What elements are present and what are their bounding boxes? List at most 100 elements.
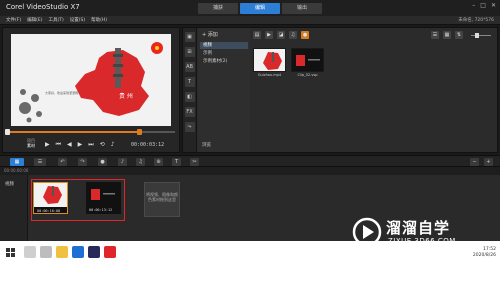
system-clock[interactable]: 17:52 2020/8/26 (473, 247, 496, 259)
zoom-out-icon[interactable]: − (470, 158, 479, 166)
graphic-icon[interactable]: ◧ (184, 92, 195, 102)
videostudio-taskbar-icon[interactable] (104, 246, 116, 258)
storyboard-view-icon[interactable]: ▦ (10, 158, 24, 166)
minimize-button[interactable]: – (472, 2, 475, 9)
thumb-zoom-knob[interactable] (475, 33, 479, 38)
repeat-icon[interactable]: ⟲ (100, 141, 105, 149)
add-folder-button[interactable]: + 添加 (202, 31, 218, 38)
list-view-icon[interactable]: ☰ (431, 31, 439, 39)
library-category-bar: ▣ ⊞ AB T ◧ FX ⤳ (183, 28, 197, 152)
motion-tracking-icon[interactable]: ⊕ (154, 158, 163, 166)
online-icon[interactable]: ● (301, 31, 309, 39)
clock-date: 2020/8/26 (472, 253, 496, 258)
storyboard-clip-2[interactable]: 00:00:13:12 (86, 182, 121, 214)
redo-icon[interactable]: ↷ (78, 158, 87, 166)
tree-item-sample-media[interactable]: 示例素材(2) (200, 58, 248, 65)
close-button[interactable]: ✕ (491, 2, 496, 9)
task-view-icon[interactable] (40, 246, 52, 258)
premiere-icon[interactable] (88, 246, 100, 258)
library-panel: ▣ ⊞ AB T ◧ FX ⤳ + 添加 视频 示例 示例素材(2) 浏览 ▤ … (182, 27, 498, 153)
auto-music-icon[interactable]: ♫ (136, 158, 145, 166)
mode-clip[interactable]: 素材 (27, 143, 35, 148)
library-thumb-1[interactable] (253, 48, 286, 72)
menu-bar: 文件(F) 编辑(E) 工具(T) 设置(S) 帮助(H) 未命名, 720*5… (0, 16, 500, 25)
window-controls: – □ ✕ (472, 2, 496, 9)
filter-icon[interactable]: FX (184, 107, 195, 117)
volume-icon[interactable]: ♪ (111, 141, 115, 149)
app-title: Corel VideoStudio X7 (6, 3, 80, 11)
title-bar: Corel VideoStudio X7 捕获 编辑 输出 – □ ✕ (0, 0, 500, 16)
show-video-icon[interactable]: ▶ (265, 31, 273, 39)
track-header: 视频 (0, 175, 28, 241)
next-frame-icon[interactable]: ▶ (78, 141, 83, 149)
search-icon[interactable] (24, 246, 36, 258)
file-explorer-icon[interactable] (56, 246, 68, 258)
scrubber-end-handle[interactable] (137, 129, 142, 135)
windows-start-icon[interactable] (6, 248, 15, 257)
thumb-view-icon[interactable]: ▦ (443, 31, 451, 39)
project-size: 未命名, 720*576 (458, 18, 494, 23)
zoom-in-icon[interactable]: + (484, 158, 493, 166)
menu-help[interactable]: 帮助(H) (91, 17, 107, 23)
sort-icon[interactable]: ⇅ (455, 31, 463, 39)
browse-button[interactable]: 浏览 (202, 142, 211, 148)
watermark-title: 溜溜自学 (386, 219, 451, 237)
timecode[interactable]: 00:00:03:12 (131, 142, 164, 148)
drop-target[interactable]: 将视频、图像和颜色素材拖到这里 (144, 182, 180, 217)
audio-mixer-icon[interactable]: ♪ (118, 158, 127, 166)
library-thumb-2[interactable] (291, 48, 324, 72)
tree-item-sample[interactable]: 示例 (200, 50, 248, 57)
play-icon[interactable]: ▶ (45, 141, 50, 149)
playback-controls: 项目 素材 ▶ ⏮ ◀ ▶ ⏭ ⟲ ♪ 00:00:03:12 (5, 138, 177, 152)
menu: 文件(F) 编辑(E) 工具(T) 设置(S) 帮助(H) (6, 17, 107, 23)
timeline-ruler[interactable]: 00:00:00:00 (0, 167, 500, 175)
transport-buttons: ▶ ⏮ ◀ ▶ ⏭ ⟲ ♪ (45, 141, 115, 149)
undo-icon[interactable]: ↶ (58, 158, 67, 166)
preview-image: 贵 州 大家好，欢迎来到溜溜网... (11, 34, 171, 126)
browser-icon[interactable] (72, 246, 84, 258)
timeline-view-icon[interactable]: ☰ (34, 158, 46, 166)
library-tree: + 添加 视频 示例 示例素材(2) 浏览 (198, 28, 250, 152)
scrubber-fill (5, 131, 138, 133)
ruler-timecode: 00:00:00:00 (4, 168, 29, 173)
clip-1-timecode: 00:00:16:08 (37, 209, 61, 213)
path-icon[interactable]: ⤳ (184, 122, 195, 132)
preview-caption: 大家好，欢迎来到溜溜网... (45, 90, 81, 95)
media-icon[interactable]: ▣ (184, 32, 195, 42)
tree-item-video[interactable]: 视频 (200, 42, 248, 49)
prev-frame-icon[interactable]: ◀ (67, 141, 72, 149)
playback-scrubber[interactable] (5, 129, 175, 135)
scrubber-start-handle[interactable] (5, 129, 10, 135)
show-photo-icon[interactable]: ◪ (277, 31, 285, 39)
menu-settings[interactable]: 设置(S) (70, 17, 85, 23)
home-icon[interactable]: ⏮ (56, 141, 61, 149)
timeline-toolbar: ▦ ☰ ↶ ↷ ● ♪ ♫ ⊕ T ✂ − + (0, 155, 500, 167)
record-icon[interactable]: ● (98, 158, 107, 166)
step-capture[interactable]: 捕获 (198, 3, 238, 14)
player-panel: 贵 州 大家好，欢迎来到溜溜网... 项目 素材 ▶ ⏮ ◀ ▶ ⏭ ⟲ ♪ 0… (2, 27, 180, 153)
instant-project-icon[interactable]: ⊞ (184, 47, 195, 57)
preview-city-text: 贵 州 (119, 92, 133, 100)
step-edit[interactable]: 编辑 (240, 3, 280, 14)
thumb-zoom-slider[interactable] (471, 35, 491, 36)
subtitle-icon[interactable]: T (172, 158, 181, 166)
menu-tools[interactable]: 工具(T) (48, 17, 63, 23)
library-toolbar: ▤ ▶ ◪ ♫ ● ☰ ▦ ⇅ (251, 31, 497, 41)
step-share[interactable]: 输出 (282, 3, 322, 14)
clip-2-timecode: 00:00:13:12 (89, 208, 113, 212)
preview-window: 贵 州 大家好，欢迎来到溜溜网... (11, 34, 171, 126)
title-icon[interactable]: T (184, 77, 195, 87)
multi-trim-icon[interactable]: ✂ (190, 158, 199, 166)
folder-icon[interactable]: ▤ (253, 31, 261, 39)
transition-icon[interactable]: AB (184, 62, 195, 72)
menu-edit[interactable]: 编辑(E) (27, 17, 42, 23)
workflow-steps: 捕获 编辑 输出 (198, 3, 322, 14)
os-taskbar: 17:52 2020/8/26 (0, 241, 500, 281)
show-audio-icon[interactable]: ♫ (289, 31, 297, 39)
end-icon[interactable]: ⏭ (88, 141, 93, 149)
mode-selector[interactable]: 项目 素材 (27, 138, 35, 148)
menu-file[interactable]: 文件(F) (6, 17, 21, 23)
maximize-button[interactable]: □ (480, 2, 486, 9)
storyboard-clip-1[interactable]: 00:00:16:08 (33, 182, 68, 214)
track-name: 视频 (5, 182, 14, 187)
